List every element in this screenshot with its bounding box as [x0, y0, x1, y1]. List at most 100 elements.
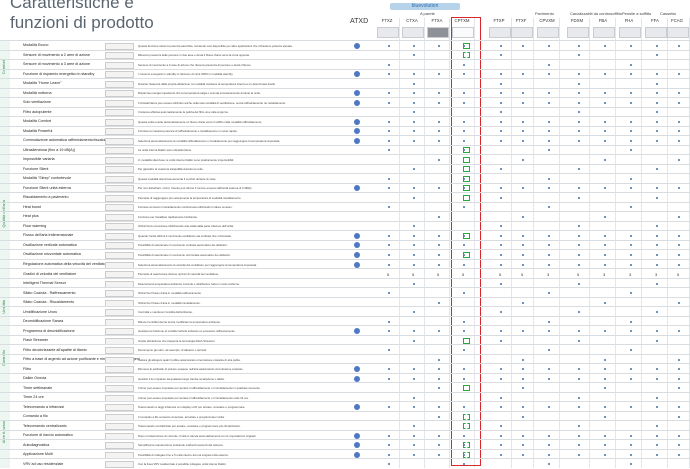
availability-dot [500, 130, 502, 133]
cptxm-check-box [463, 185, 470, 192]
availability-dot [630, 101, 632, 104]
availability-dot [604, 187, 606, 190]
availability-dot [578, 225, 580, 228]
availability-dot [578, 73, 580, 76]
availability-dot [388, 187, 390, 190]
availability-dot [578, 396, 580, 399]
availability-dot [656, 244, 658, 247]
availability-dot [438, 453, 440, 456]
availability-dot [656, 54, 658, 57]
availability-dot [678, 406, 680, 409]
feature-label: Modalità "Home Leave" [23, 81, 62, 86]
cptxm-check-box [463, 423, 470, 430]
atxd-availability-dot [354, 242, 360, 249]
fan-speed-value: 5 [521, 271, 524, 277]
availability-dot [500, 406, 502, 409]
availability-dot [630, 453, 632, 456]
availability-dot [522, 44, 524, 47]
availability-dot [630, 63, 632, 66]
availability-dot [678, 215, 680, 218]
availability-dot [548, 187, 550, 190]
availability-dot [413, 44, 415, 47]
availability-dot [522, 434, 524, 437]
availability-dot [438, 101, 440, 104]
availability-dot [678, 234, 680, 237]
availability-dot [630, 244, 632, 247]
availability-dot [656, 101, 658, 104]
feature-description: Il sistema effettua automaticamente la p… [138, 110, 229, 115]
availability-dot [604, 120, 606, 123]
availability-dot [522, 406, 524, 409]
availability-dot [463, 63, 465, 66]
availability-dot [388, 139, 390, 142]
availability-dot [678, 444, 680, 447]
availability-dot [388, 177, 390, 180]
availability-dot [413, 196, 415, 199]
availability-dot [678, 130, 680, 133]
feature-label: Funzione Silent [23, 166, 49, 171]
availability-dot [522, 130, 524, 133]
availability-dot [656, 73, 658, 76]
availability-dot [413, 130, 415, 133]
feature-label: Filtro [23, 366, 32, 371]
feature-label: Funzione di riavvio automatico [23, 433, 73, 438]
atxd-availability-dot [354, 42, 360, 49]
availability-dot [656, 234, 658, 237]
availability-dot [630, 349, 632, 352]
availability-dot [604, 444, 606, 447]
availability-dot [500, 54, 502, 57]
group-ducted: Canalizzabili da controsoffitto [570, 11, 622, 16]
availability-dot [413, 453, 415, 456]
feature-label: Regolazione automatica della velocità de… [23, 262, 109, 266]
availability-dot [630, 92, 632, 95]
unit-thumbnail [619, 27, 641, 38]
availability-dot [522, 187, 524, 190]
availability-dot [678, 358, 680, 361]
feature-description: Telecomando centralizzato per avviare, a… [138, 424, 241, 429]
availability-dot [463, 244, 465, 247]
feature-label: Sensore di movimento a 2 aree di azione [23, 52, 91, 57]
atxd-availability-dot [354, 232, 360, 239]
availability-dot [656, 434, 658, 437]
feature-label: Impossibile variarla [23, 157, 55, 162]
availability-dot [463, 92, 465, 95]
availability-dot [548, 320, 550, 323]
cptxm-check-box [463, 194, 470, 201]
feature-description: Risparmia energia impedendo che la tempe… [138, 91, 261, 96]
atxd-availability-dot [354, 251, 360, 258]
availability-dot [500, 444, 502, 447]
feature-label: Oscillazione verticale automatica [23, 242, 77, 247]
feature-label: Deumidificazione Sarara [23, 319, 64, 324]
availability-dot [578, 101, 580, 104]
feature-description: Gestisci il tuo impianto da qualsiasi lu… [138, 376, 225, 381]
feature-description: Rimuove le particelle di polvere sospese… [138, 367, 244, 372]
atxd-availability-dot [354, 128, 360, 135]
availability-dot [413, 139, 415, 142]
availability-dot [438, 444, 440, 447]
availability-dot [630, 44, 632, 47]
availability-dot [438, 377, 440, 380]
availability-dot [500, 196, 502, 199]
availability-dot [438, 92, 440, 95]
cptxm-check-box [463, 232, 470, 239]
availability-dot [656, 111, 658, 114]
availability-dot [630, 149, 632, 152]
availability-dot [548, 330, 550, 333]
fan-speed-value: 3 [547, 271, 550, 277]
availability-dot [630, 206, 632, 209]
availability-dot [656, 139, 658, 142]
availability-dot [548, 377, 550, 380]
feature-description: Riduce l'umidità interna senza modificar… [138, 319, 221, 324]
availability-dot [604, 215, 606, 218]
availability-dot [578, 234, 580, 237]
availability-dot [656, 92, 658, 95]
feature-description: Determina la temperatura ambiente corren… [138, 281, 240, 286]
feature-description: Il timer può essere impostato per avviar… [138, 395, 249, 400]
fan-speed-value: 3 [603, 271, 606, 277]
feature-label: Modalità Powerful [23, 128, 53, 133]
availability-dot [548, 130, 550, 133]
availability-dot [388, 92, 390, 95]
fan-speed-value: 5 [462, 271, 465, 277]
feature-description: Possibilità di selezionare il movimento … [138, 243, 228, 248]
availability-dot [604, 130, 606, 133]
